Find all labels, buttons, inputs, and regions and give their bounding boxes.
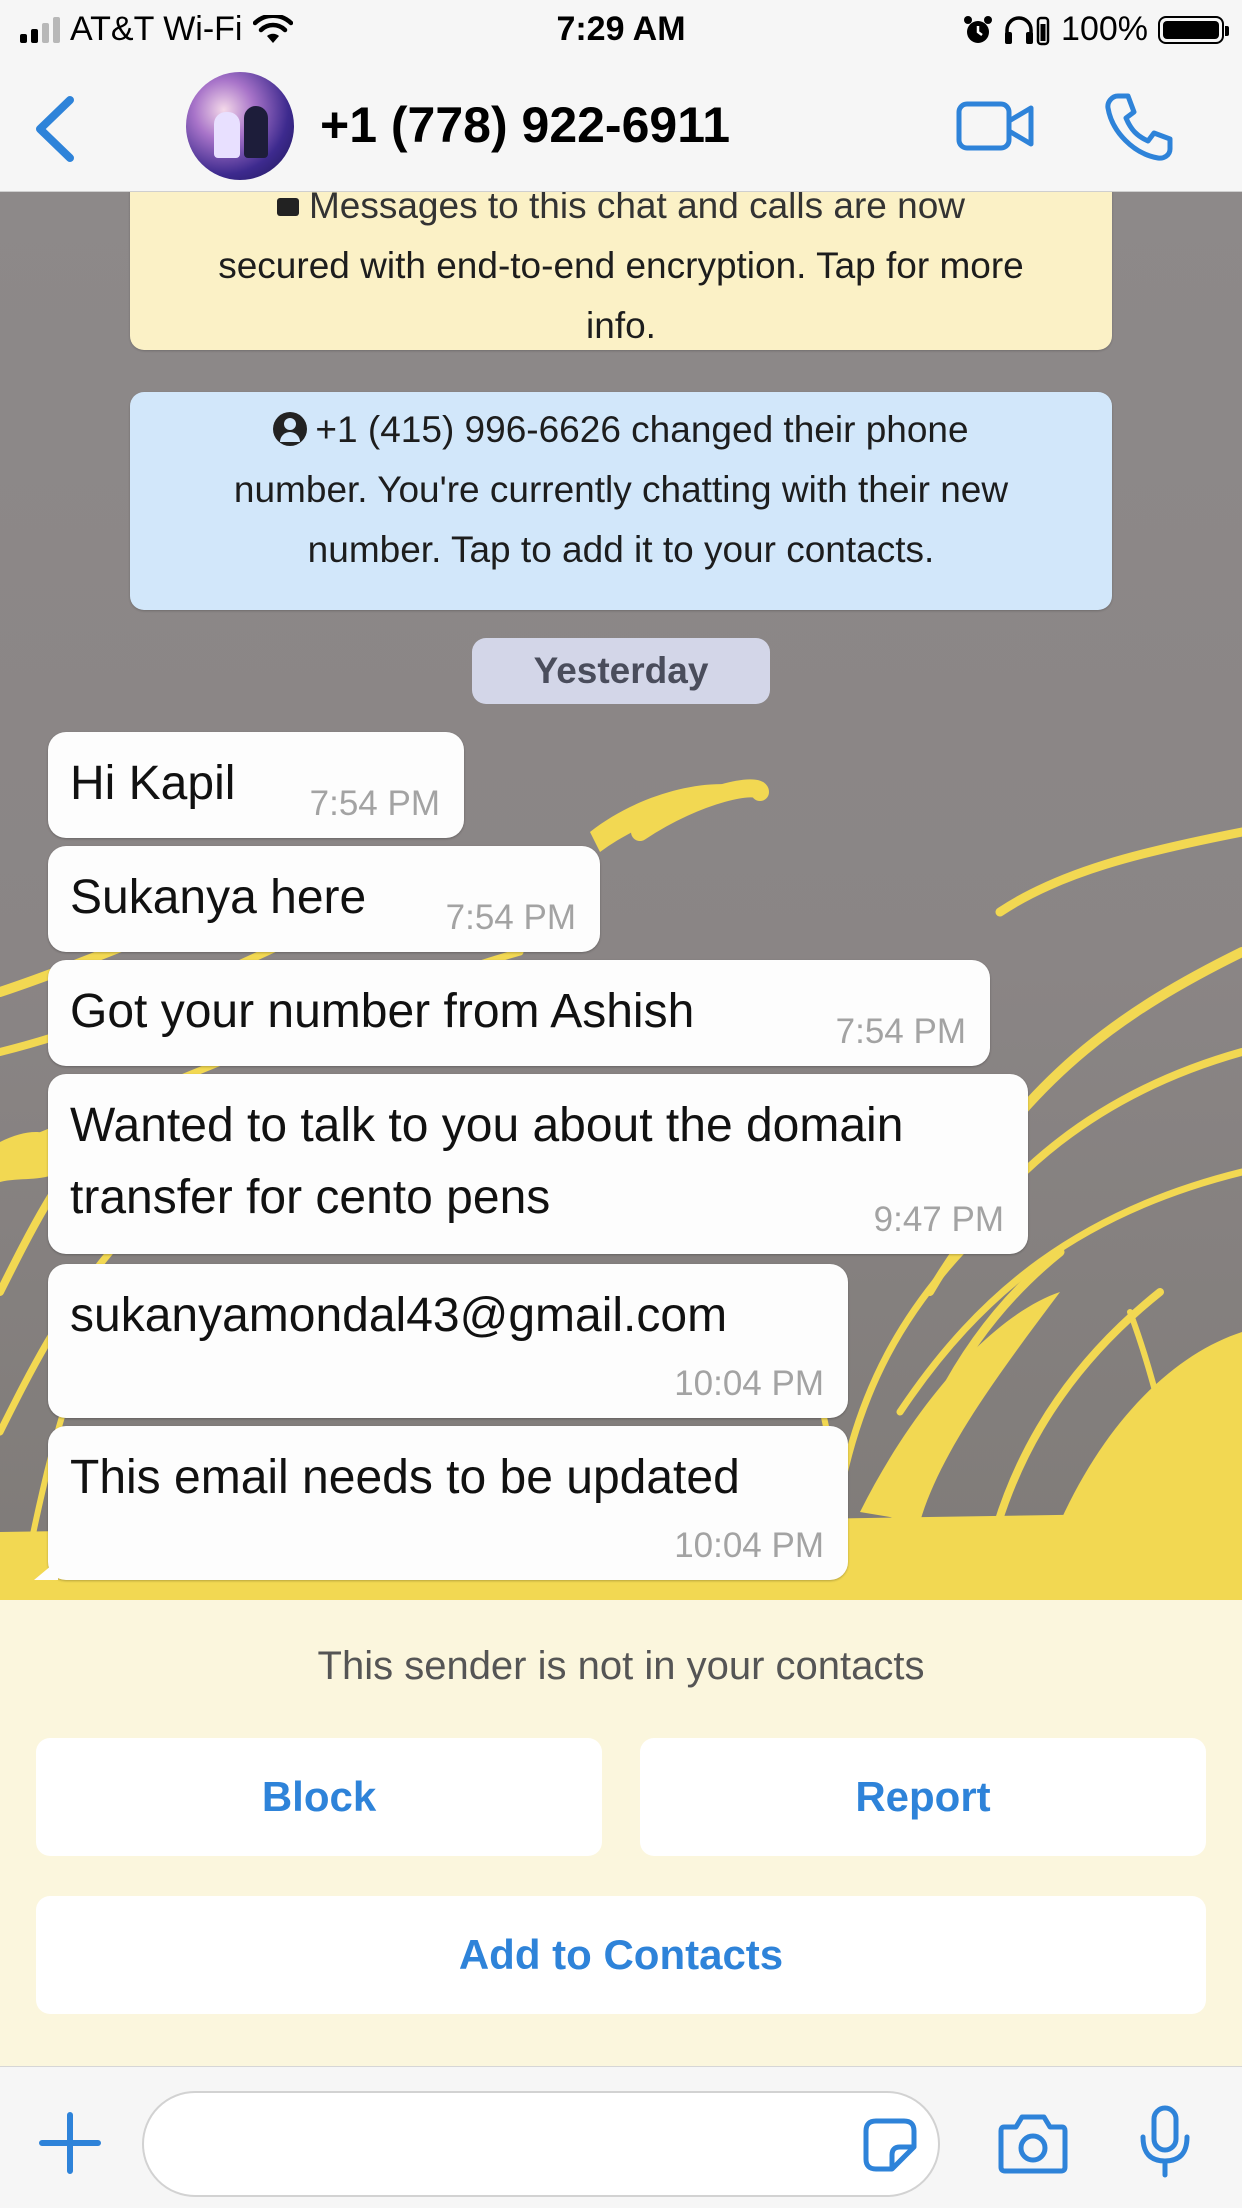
number-change-notice[interactable]: +1 (415) 996-6626 changed their phone nu… bbox=[130, 392, 1112, 610]
attach-button[interactable] bbox=[38, 2111, 102, 2175]
video-camera-icon bbox=[956, 101, 1034, 151]
unknown-sender-message: This sender is not in your contacts bbox=[317, 1644, 925, 1688]
message-time: 10:04 PM bbox=[674, 1526, 824, 1565]
block-button[interactable]: Block bbox=[36, 1738, 602, 1856]
message-text: Sukanya here bbox=[70, 871, 367, 924]
chevron-left-icon bbox=[36, 96, 74, 162]
status-bar: AT&T Wi-Fi 7:29 AM 100% bbox=[0, 0, 1242, 62]
number-change-line3: number. Tap to add it to your contacts. bbox=[307, 529, 935, 570]
status-right: 100% bbox=[963, 10, 1229, 49]
battery-percent: 100% bbox=[1061, 10, 1148, 48]
plus-icon bbox=[39, 2112, 101, 2174]
message-bubble[interactable]: Got your number from Ashish 7:54 PM bbox=[48, 960, 990, 1066]
message-text: sukanyamondal43@gmail.com bbox=[70, 1289, 728, 1342]
alarm-icon bbox=[964, 15, 993, 43]
message-text: Wanted to talk to you about the domain t… bbox=[70, 1090, 903, 1234]
message-bubble[interactable]: This email needs to be updated 10:04 PM bbox=[48, 1426, 848, 1580]
message-text-line2: transfer for cento pens bbox=[70, 1171, 551, 1224]
microphone-button[interactable] bbox=[1138, 2105, 1192, 2179]
battery-icon bbox=[1158, 15, 1229, 44]
message-time: 7:54 PM bbox=[445, 898, 576, 937]
voice-call-button[interactable] bbox=[1104, 92, 1174, 162]
message-bubble[interactable]: Sukanya here 7:54 PM bbox=[48, 846, 600, 952]
sticker-button[interactable] bbox=[862, 2117, 918, 2173]
encryption-notice-line2: secured with end-to-end encryption. Tap … bbox=[218, 245, 1024, 286]
message-bubble[interactable]: sukanyamondal43@gmail.com 10:04 PM bbox=[48, 1264, 848, 1418]
sticker-icon bbox=[863, 2118, 917, 2172]
message-time: 7:54 PM bbox=[835, 1012, 966, 1051]
add-to-contacts-button[interactable]: Add to Contacts bbox=[36, 1896, 1206, 2014]
microphone-icon bbox=[1140, 2105, 1190, 2178]
contact-name[interactable]: +1 (778) 922-6911 bbox=[320, 96, 730, 154]
bubble-tail bbox=[34, 1560, 58, 1580]
message-time: 7:54 PM bbox=[309, 784, 440, 823]
back-button[interactable] bbox=[28, 94, 88, 164]
headphones-icon bbox=[1005, 15, 1050, 45]
date-separator: Yesterday bbox=[472, 638, 770, 704]
video-call-button[interactable] bbox=[956, 96, 1036, 156]
encryption-notice[interactable]: Messages to this chat and calls are now … bbox=[130, 192, 1112, 350]
chat-header: +1 (778) 922-6911 bbox=[0, 62, 1242, 192]
message-text-line1: Wanted to talk to you about the domain bbox=[70, 1099, 904, 1152]
message-time: 9:47 PM bbox=[873, 1200, 1004, 1239]
report-button[interactable]: Report bbox=[640, 1738, 1206, 1856]
encryption-notice-line3: info. bbox=[586, 305, 656, 346]
message-text: This email needs to be updated bbox=[70, 1451, 740, 1504]
lock-icon bbox=[276, 198, 299, 216]
user-circle-icon bbox=[273, 412, 308, 446]
encryption-notice-line1: Messages to this chat and calls are now bbox=[308, 192, 966, 226]
message-input-bar bbox=[0, 2066, 1242, 2208]
message-input[interactable] bbox=[142, 2091, 940, 2197]
message-bubble[interactable]: Hi Kapil 7:54 PM bbox=[48, 732, 464, 838]
message-text: Hi Kapil bbox=[70, 757, 236, 810]
camera-icon bbox=[998, 2114, 1068, 2174]
chat-area[interactable]: Messages to this chat and calls are now … bbox=[0, 192, 1242, 1600]
camera-button[interactable] bbox=[998, 2111, 1068, 2175]
number-change-line2: number. You're currently chatting with t… bbox=[233, 469, 1009, 510]
message-text: Got your number from Ashish bbox=[70, 985, 695, 1038]
number-change-line1: +1 (415) 996-6626 changed their phone bbox=[315, 409, 969, 450]
contact-avatar[interactable] bbox=[186, 72, 294, 180]
message-time: 10:04 PM bbox=[674, 1364, 824, 1403]
message-bubble[interactable]: Wanted to talk to you about the domain t… bbox=[48, 1074, 1028, 1254]
phone-icon bbox=[1105, 93, 1173, 161]
unknown-sender-panel: This sender is not in your contacts Bloc… bbox=[0, 1600, 1242, 2066]
